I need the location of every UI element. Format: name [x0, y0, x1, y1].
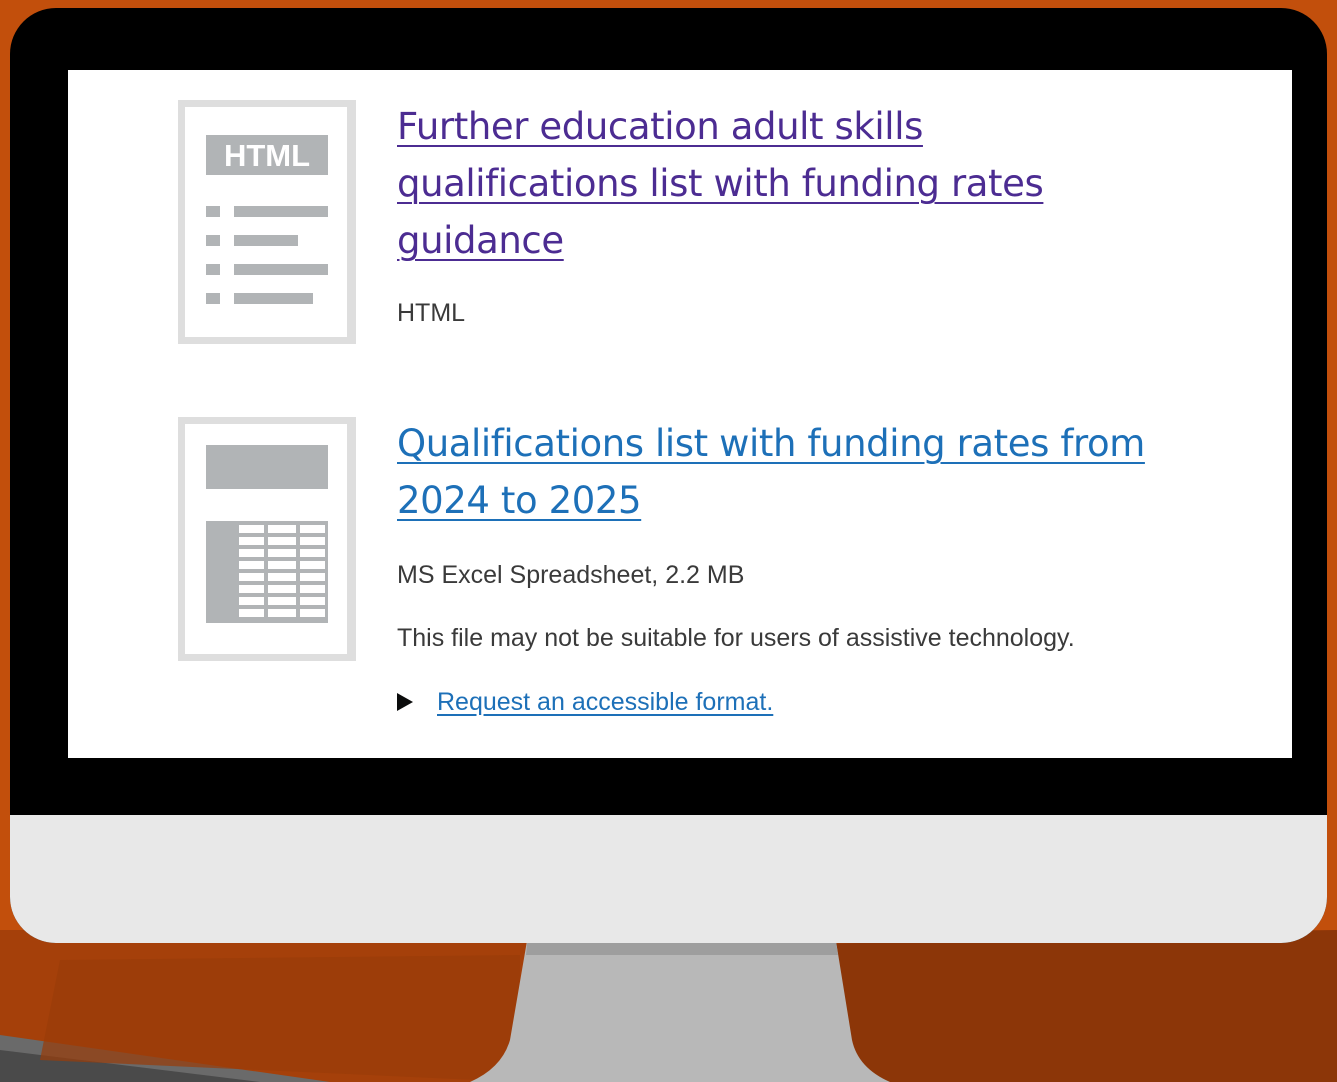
attachment-title-guidance-link[interactable]: Further education adult skills qualifica… — [397, 98, 1157, 269]
html-document-icon[interactable]: HTML — [178, 100, 356, 344]
attachment-format: HTML — [397, 299, 466, 327]
monitor-chin — [10, 815, 1327, 943]
attachment-format: MS Excel Spreadsheet, 2.2 MB — [397, 561, 745, 589]
monitor-bezel: HTML Further education adult skills qual… — [10, 8, 1327, 943]
request-accessible-format-details[interactable]: Request an accessible format. — [397, 682, 773, 722]
spreadsheet-document-icon[interactable] — [178, 417, 356, 661]
accessibility-warning: This file may not be suitable for users … — [397, 624, 1075, 652]
attachment-title-spreadsheet-link[interactable]: Qualifications list with funding rates f… — [397, 415, 1227, 529]
html-thumbnail-label: HTML — [224, 138, 310, 173]
monitor-screen: HTML Further education adult skills qual… — [68, 70, 1292, 758]
request-accessible-format-link[interactable]: Request an accessible format. — [437, 688, 773, 717]
caret-right-icon — [397, 693, 413, 711]
